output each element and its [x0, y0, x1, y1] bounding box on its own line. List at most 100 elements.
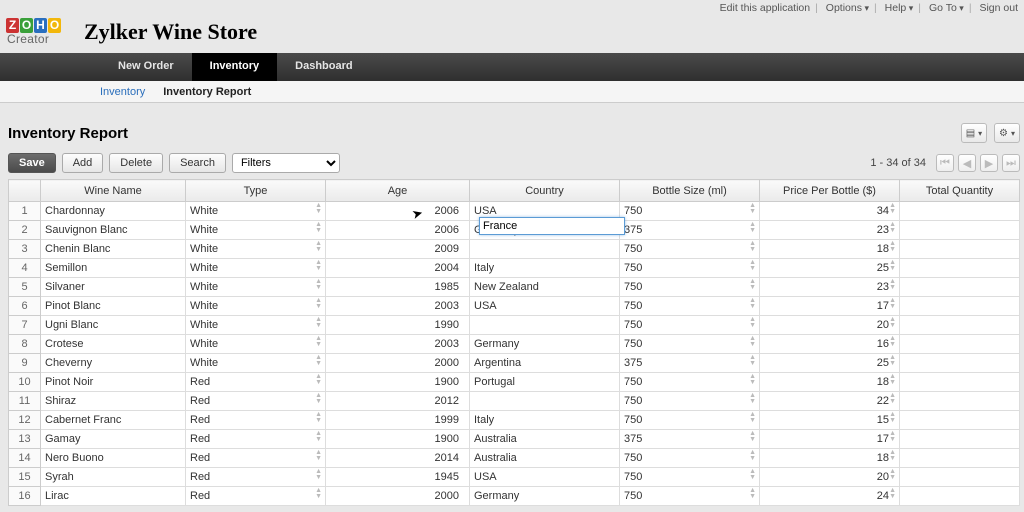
stepper-icon[interactable]: ▲▼ [315, 222, 322, 234]
col-total[interactable]: Total Quantity [900, 180, 1020, 202]
stepper-icon[interactable]: ▲▼ [749, 260, 756, 272]
cell-type[interactable]: Red▲▼ [186, 487, 326, 506]
table-row[interactable]: 5SilvanerWhite▲▼1985New Zealand750▲▼23▲▼ [9, 278, 1020, 297]
col-country[interactable]: Country [470, 180, 620, 202]
stepper-icon[interactable]: ▲▼ [315, 355, 322, 367]
filters-select[interactable]: Filters [232, 153, 340, 173]
col-price[interactable]: Price Per Bottle ($) [760, 180, 900, 202]
stepper-icon[interactable]: ▲▼ [889, 374, 896, 386]
cell-total[interactable] [900, 221, 1020, 240]
pager-next-icon[interactable]: ▶ [980, 154, 998, 172]
stepper-icon[interactable]: ▲▼ [749, 469, 756, 481]
cell-bottle[interactable]: 750▲▼ [620, 392, 760, 411]
cell-price[interactable]: 23▲▼ [760, 278, 900, 297]
cell-total[interactable] [900, 240, 1020, 259]
cell-type[interactable]: White▲▼ [186, 354, 326, 373]
table-row[interactable]: 14Nero BuonoRed▲▼2014Australia750▲▼18▲▼ [9, 449, 1020, 468]
tab-new-order[interactable]: New Order [100, 53, 192, 81]
stepper-icon[interactable]: ▲▼ [889, 355, 896, 367]
pager-first-icon[interactable]: ⏮ [936, 154, 954, 172]
edit-app-link[interactable]: Edit this application [720, 2, 810, 14]
cell-age[interactable]: 1999 [326, 411, 470, 430]
cell-name[interactable]: Shiraz [41, 392, 186, 411]
cell-name[interactable]: Chenin Blanc [41, 240, 186, 259]
cell-bottle[interactable]: 750▲▼ [620, 487, 760, 506]
cell-age[interactable]: 2006 [326, 202, 470, 221]
stepper-icon[interactable]: ▲▼ [889, 241, 896, 253]
cell-type[interactable]: White▲▼ [186, 221, 326, 240]
stepper-icon[interactable]: ▲▼ [315, 469, 322, 481]
tab-inventory[interactable]: Inventory [192, 53, 278, 81]
cell-age[interactable]: 2003 [326, 297, 470, 316]
delete-button[interactable]: Delete [109, 153, 163, 173]
stepper-icon[interactable]: ▲▼ [889, 393, 896, 405]
stepper-icon[interactable]: ▲▼ [315, 241, 322, 253]
stepper-icon[interactable]: ▲▼ [749, 450, 756, 462]
stepper-icon[interactable]: ▲▼ [889, 222, 896, 234]
cell-name[interactable]: Chardonnay [41, 202, 186, 221]
cell-price[interactable]: 25▲▼ [760, 259, 900, 278]
table-row[interactable]: 7Ugni BlancWhite▲▼1990750▲▼20▲▼ [9, 316, 1020, 335]
cell-total[interactable] [900, 202, 1020, 221]
cell-total[interactable] [900, 411, 1020, 430]
subnav-report[interactable]: Inventory Report [163, 86, 251, 98]
cell-price[interactable]: 23▲▼ [760, 221, 900, 240]
cell-name[interactable]: Ugni Blanc [41, 316, 186, 335]
cell-bottle[interactable]: 375▲▼ [620, 354, 760, 373]
cell-age[interactable]: 2000 [326, 354, 470, 373]
table-row[interactable]: 15SyrahRed▲▼1945USA750▲▼20▲▼ [9, 468, 1020, 487]
cell-price[interactable]: 25▲▼ [760, 354, 900, 373]
cell-name[interactable]: Gamay [41, 430, 186, 449]
table-row[interactable]: 12Cabernet FrancRed▲▼1999Italy750▲▼15▲▼ [9, 411, 1020, 430]
cell-bottle[interactable]: 750▲▼ [620, 335, 760, 354]
cell-type[interactable]: White▲▼ [186, 335, 326, 354]
cell-type[interactable]: White▲▼ [186, 316, 326, 335]
cell-price[interactable]: 15▲▼ [760, 411, 900, 430]
pager-last-icon[interactable]: ⏭ [1002, 154, 1020, 172]
cell-bottle[interactable]: 750▲▼ [620, 373, 760, 392]
pager-prev-icon[interactable]: ◀ [958, 154, 976, 172]
stepper-icon[interactable]: ▲▼ [315, 279, 322, 291]
stepper-icon[interactable]: ▲▼ [749, 298, 756, 310]
options-menu[interactable]: Options [826, 2, 869, 14]
cell-country[interactable]: Germany [470, 335, 620, 354]
cell-age[interactable]: 1985 [326, 278, 470, 297]
cell-bottle[interactable]: 750▲▼ [620, 202, 760, 221]
col-index[interactable] [9, 180, 41, 202]
cell-country[interactable]: Portugal [470, 373, 620, 392]
cell-age[interactable]: 1900 [326, 373, 470, 392]
cell-name[interactable]: Pinot Noir [41, 373, 186, 392]
goto-menu[interactable]: Go To [929, 2, 964, 14]
cell-total[interactable] [900, 487, 1020, 506]
cell-type[interactable]: White▲▼ [186, 278, 326, 297]
cell-price[interactable]: 17▲▼ [760, 297, 900, 316]
add-button[interactable]: Add [62, 153, 104, 173]
cell-price[interactable]: 34▲▼ [760, 202, 900, 221]
stepper-icon[interactable]: ▲▼ [315, 374, 322, 386]
cell-price[interactable]: 22▲▼ [760, 392, 900, 411]
cell-name[interactable]: Cabernet Franc [41, 411, 186, 430]
table-row[interactable]: 8CroteseWhite▲▼2003Germany750▲▼16▲▼ [9, 335, 1020, 354]
subnav-inventory[interactable]: Inventory [100, 86, 145, 98]
stepper-icon[interactable]: ▲▼ [889, 317, 896, 329]
cell-country[interactable] [470, 316, 620, 335]
cell-age[interactable]: 2012 [326, 392, 470, 411]
stepper-icon[interactable]: ▲▼ [315, 203, 322, 215]
cell-type[interactable]: White▲▼ [186, 202, 326, 221]
cell-bottle[interactable]: 750▲▼ [620, 259, 760, 278]
stepper-icon[interactable]: ▲▼ [889, 203, 896, 215]
cell-type[interactable]: Red▲▼ [186, 392, 326, 411]
cell-type[interactable]: Red▲▼ [186, 411, 326, 430]
cell-total[interactable] [900, 259, 1020, 278]
stepper-icon[interactable]: ▲▼ [889, 469, 896, 481]
cell-type[interactable]: Red▲▼ [186, 373, 326, 392]
col-bottle[interactable]: Bottle Size (ml) [620, 180, 760, 202]
stepper-icon[interactable]: ▲▼ [749, 393, 756, 405]
stepper-icon[interactable]: ▲▼ [315, 260, 322, 272]
cell-name[interactable]: Crotese [41, 335, 186, 354]
cell-type[interactable]: Red▲▼ [186, 468, 326, 487]
cell-bottle[interactable]: 375▲▼ [620, 221, 760, 240]
cell-name[interactable]: Nero Buono [41, 449, 186, 468]
cell-age[interactable]: 2006 [326, 221, 470, 240]
stepper-icon[interactable]: ▲▼ [315, 431, 322, 443]
